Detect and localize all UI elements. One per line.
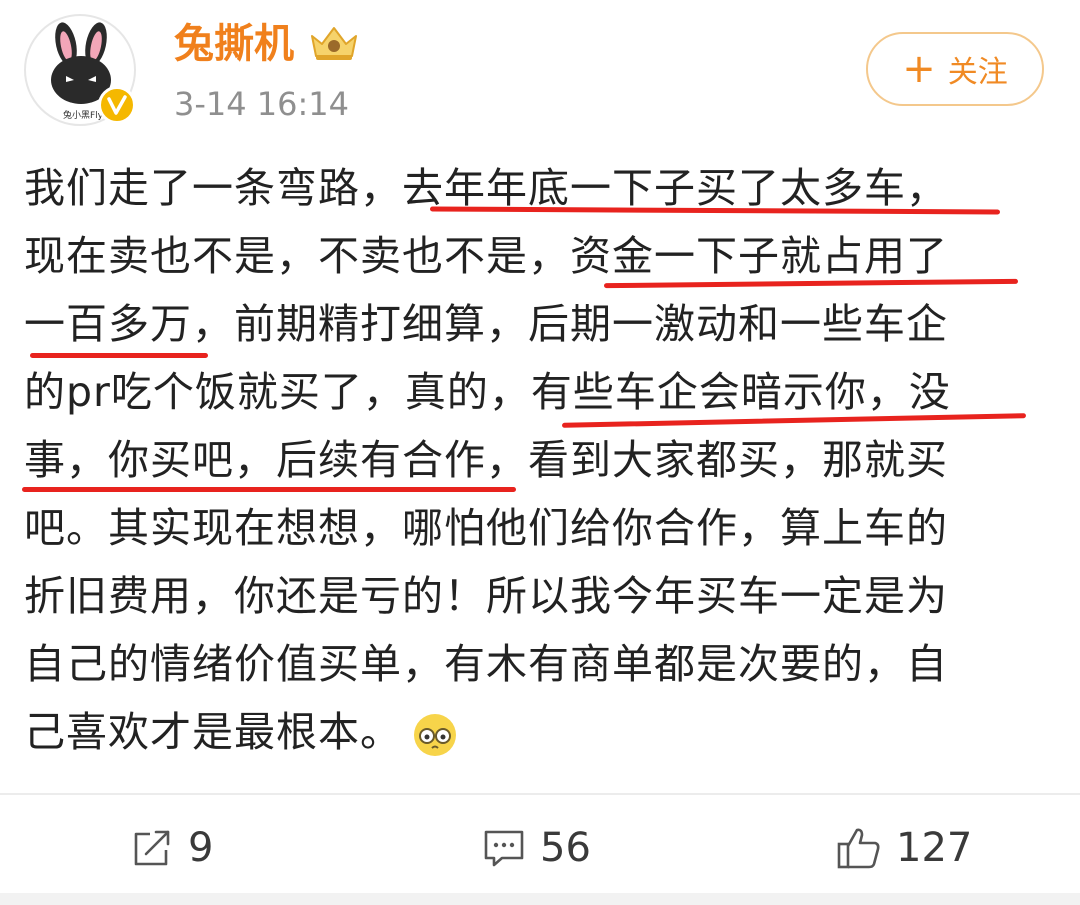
post-line: 一百多万，前期精打细算，后期一激动和一些车企 [24, 300, 948, 348]
crown-icon [311, 27, 357, 60]
like-button[interactable]: 127 [836, 808, 972, 888]
plus-icon: + [902, 46, 936, 92]
emoji-icon [414, 714, 456, 756]
post-line: 吧。其实现在想想，哪怕他们给你合作，算上车的 [24, 504, 948, 552]
post-line-last: 己喜欢才是最根本。 [24, 698, 1056, 766]
follow-button[interactable]: + 关注 [866, 32, 1044, 106]
like-count: 127 [896, 825, 973, 871]
post-line: 事，你买吧，后续有合作，看到大家都买，那就买 [24, 436, 948, 484]
bottom-separator [0, 893, 1080, 905]
username[interactable]: 兔撕机 [174, 18, 294, 70]
post-line-text: 己喜欢才是最根本。 [24, 708, 402, 756]
comment-button[interactable]: 56 [482, 808, 591, 888]
post-line: 自己的情绪价值买单，有木有商单都是次要的，自 [24, 640, 948, 688]
comment-icon [484, 830, 524, 867]
repost-icon [134, 830, 170, 866]
divider [0, 793, 1080, 795]
post-body: 我们走了一条弯路，去年年底一下子买了太多车， 现在卖也不是，不卖也不是，资金一下… [24, 154, 1056, 766]
action-bar: 9 56 127 [0, 808, 1080, 888]
like-icon [837, 828, 880, 869]
highlight-underline [22, 487, 516, 492]
post-timestamp: 3-14 16:14 [174, 85, 350, 123]
highlight-underline [30, 353, 208, 358]
repost-count: 9 [188, 825, 214, 871]
repost-button[interactable]: 9 [130, 808, 213, 888]
comment-count: 56 [540, 825, 591, 871]
follow-label: 关注 [947, 55, 1008, 90]
verified-badge-icon [98, 86, 136, 124]
post-line: 折旧费用，你还是亏的！所以我今年买车一定是为 [24, 572, 948, 620]
